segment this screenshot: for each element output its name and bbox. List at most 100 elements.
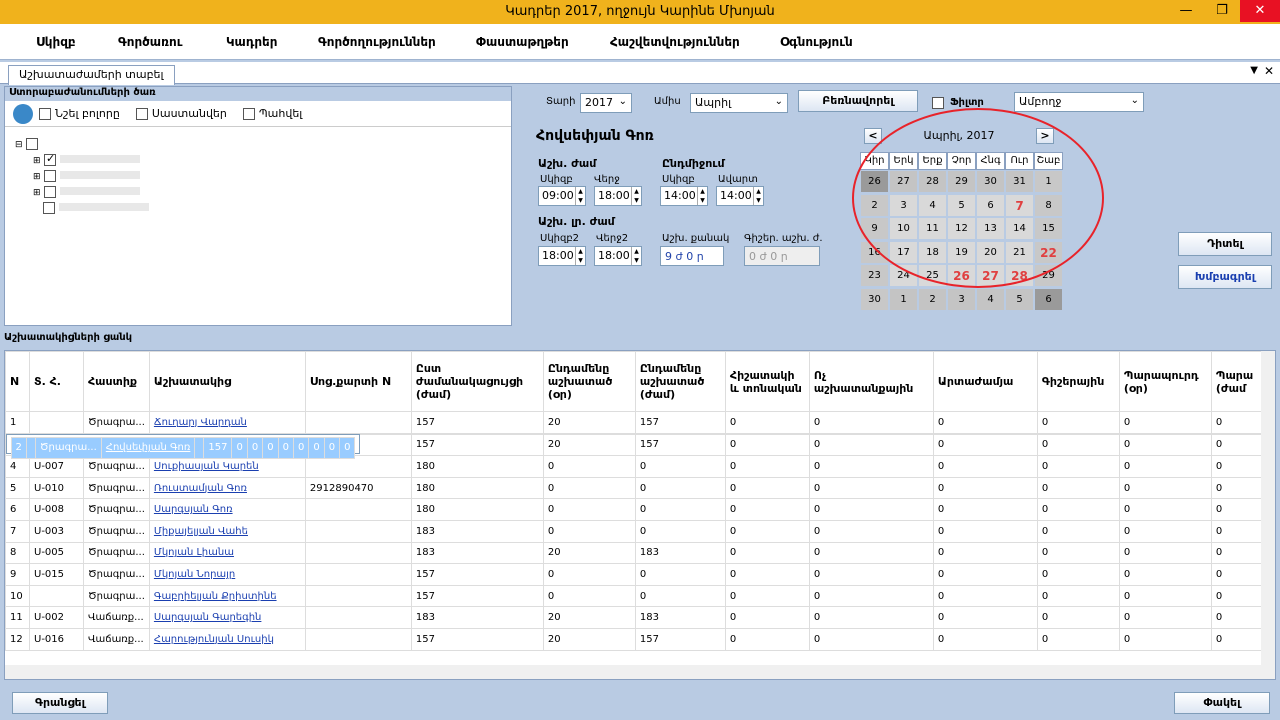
total-work-field[interactable]: 9 ժ 0 ր (660, 246, 724, 266)
option-2-checkbox[interactable] (135, 107, 148, 120)
calendar-day[interactable]: 23 (860, 264, 889, 287)
table-row[interactable]: 11 Ս-002 Վաճառք... Սարգսյան Գարեգին 183 20 183… (5, 606, 1272, 629)
calendar-day[interactable]: 27 (889, 170, 918, 193)
spinner-arrows-icon[interactable]: ▲ ▼ (631, 187, 641, 205)
calendar-day[interactable]: 7 (1005, 193, 1034, 217)
column-header[interactable]: Ոչ աշխատանքային (808, 351, 934, 412)
tree-node-checkbox[interactable] (43, 202, 55, 214)
filter-select[interactable]: Ամբողջ ⌄ (1014, 92, 1144, 112)
maximize-button[interactable]: ❐ (1204, 0, 1240, 22)
tree-view[interactable]: ⊟ ⊞ ⊞ ⊞ (15, 137, 149, 217)
end2-spinner[interactable]: 18:00 ▲ ▼ (594, 246, 642, 266)
employee-link[interactable]: Հովսեփյան Գոռ (100, 436, 196, 460)
break-end-spinner[interactable]: 14:00 ▲ ▼ (716, 186, 764, 206)
calendar-day[interactable]: 28 (918, 170, 947, 193)
calendar-day[interactable]: 5 (1005, 287, 1034, 311)
employee-link[interactable]: Գաբրիելյան Քրիստինե (148, 584, 306, 608)
calendar-day[interactable]: 31 (1005, 170, 1034, 193)
calendar-day[interactable]: 30 (860, 287, 889, 311)
calendar-day[interactable]: 28 (1005, 264, 1034, 287)
column-header[interactable]: Գիշերային (1036, 351, 1120, 412)
vertical-scrollbar[interactable] (1261, 351, 1275, 679)
calendar-day[interactable]: 19 (947, 240, 976, 264)
calendar-day[interactable]: 21 (1005, 240, 1034, 264)
start-time-spinner[interactable]: 09:00 ▲ ▼ (538, 186, 586, 206)
refresh-button[interactable]: Բեռնավորել (798, 90, 918, 112)
calendar-day[interactable]: 1 (1034, 170, 1063, 193)
table-row[interactable]: 7 Ս-003 Ծրագրա... Միքայելյան Վահե 183 0 0 0 0 0 0 0… (5, 519, 1272, 543)
calendar-day[interactable]: 26 (860, 170, 889, 193)
column-header[interactable]: Սոց.քարտի N (304, 351, 412, 412)
calendar-day[interactable]: 26 (947, 264, 976, 287)
calendar-day[interactable]: 6 (1034, 287, 1063, 311)
spinner-arrows-icon[interactable]: ▲ ▼ (575, 187, 585, 205)
menu-start[interactable]: Սկիզբ (10, 30, 76, 54)
column-header[interactable]: Աշխատակից (148, 351, 306, 412)
table-row[interactable]: 6 Ս-008 Ծրագրա... Սարգսյան Գոռ 180 0 0 0 0 0 0 0 0 (5, 498, 1272, 521)
employee-link[interactable]: Ռուստամյան Գոռ (148, 476, 306, 500)
column-header[interactable]: Հիշատակի և տոնական (724, 351, 810, 412)
calendar-day[interactable]: 2 (918, 287, 947, 311)
calendar-day[interactable]: 22 (1034, 240, 1063, 264)
column-header[interactable]: Արտաժամյա (932, 351, 1038, 412)
minimize-button[interactable]: — (1168, 0, 1204, 22)
close-window-button[interactable]: ✕ (1240, 0, 1280, 22)
calendar-day[interactable]: 14 (1005, 217, 1034, 240)
view-button[interactable]: Դիտել (1178, 232, 1272, 256)
calendar-day[interactable]: 9 (860, 217, 889, 240)
calendar-day[interactable]: 24 (889, 264, 918, 287)
spinner-arrows-icon[interactable]: ▲ ▼ (697, 187, 707, 205)
employee-link[interactable]: Մկոյան Լիանա (148, 541, 306, 565)
calendar-day[interactable]: 8 (1034, 193, 1063, 217)
calendar-day[interactable]: 11 (918, 217, 947, 240)
table-row[interactable]: 1 Ծրագրա... Ճուղարյ Վարդան 157 20 157 0 0 0 0 0 0 (5, 411, 1272, 434)
save-button[interactable]: Գրանցել (12, 692, 108, 714)
tree-node-checkbox[interactable] (44, 186, 57, 198)
tree-node-checkbox[interactable] (44, 170, 57, 182)
calendar-day[interactable]: 18 (918, 240, 947, 264)
dropdown-icon[interactable]: ▼ (1250, 65, 1258, 76)
tab-timesheet[interactable]: Աշխատաժամերի տաբել (8, 65, 175, 85)
calendar-day[interactable]: 1 (889, 287, 918, 311)
calendar-day[interactable]: 20 (976, 240, 1005, 264)
column-header[interactable]: Ընդամենը աշխատած (ժամ) (634, 351, 726, 412)
calendar-day[interactable]: 16 (860, 240, 889, 264)
filter-checkbox[interactable] (932, 97, 944, 109)
table-row[interactable]: 12 Ս-016 Վաճառք... Հարությունյան Սուսիկ 157 2… (5, 627, 1272, 651)
close-tab-icon[interactable]: ✕ (1264, 64, 1274, 78)
table-row[interactable]: 2 Ծրագրա... Հովսեփյան Գոռ 157 0 0 0 0 0 0 0 0 (5, 433, 361, 460)
year-select[interactable]: 2017 ⌄ (580, 93, 632, 113)
column-header[interactable]: Ընդամենը աշխատած (օր) (542, 351, 636, 412)
next-month-button[interactable]: > (1036, 128, 1054, 144)
column-header[interactable]: Հաստիք (83, 351, 150, 412)
calendar-day[interactable]: 27 (976, 264, 1005, 287)
tree-node-checkbox[interactable] (44, 152, 57, 166)
spinner-arrows-icon[interactable]: ▲ ▼ (631, 247, 641, 265)
table-row[interactable]: 8 Ս-005 Ծրագրա... Մկոյան Լիանա 183 20 183 0 0 0 0 0… (5, 541, 1272, 565)
employee-link[interactable]: Սարգսյան Գոռ (148, 498, 306, 521)
option-3-checkbox[interactable] (242, 107, 255, 120)
calendar-day[interactable]: 3 (889, 193, 918, 217)
calendar-day[interactable]: 6 (976, 193, 1005, 217)
employee-link[interactable]: Միքայելյան Վահե (148, 519, 306, 543)
calendar-day[interactable]: 15 (1034, 217, 1063, 240)
calendar-day[interactable]: 3 (947, 287, 976, 311)
calendar-day[interactable]: 10 (889, 217, 918, 240)
calendar-day[interactable]: 29 (947, 170, 976, 193)
column-header[interactable]: Պարապուրդ (օր) (1118, 351, 1212, 412)
calendar-day[interactable]: 30 (976, 170, 1005, 193)
break-start-spinner[interactable]: 14:00 ▲ ▼ (660, 186, 708, 206)
calendar-day[interactable]: 4 (976, 287, 1005, 311)
column-header[interactable]: Տ. Հ. (29, 351, 84, 412)
menu-actions[interactable]: Գործողություններ (292, 30, 436, 54)
menu-reports[interactable]: Հաշվետվություններ (584, 30, 740, 54)
calendar-day[interactable]: 29 (1034, 264, 1063, 287)
table-row[interactable]: 10 Ծրագրա... Գաբրիելյան Քրիստինե 157 0 0 0 0 0 0 0… (5, 584, 1272, 608)
menu-tools[interactable]: Գործառու (92, 30, 183, 54)
employee-link[interactable]: Սարգսյան Գարեգին (148, 606, 306, 629)
spinner-arrows-icon[interactable]: ▲ ▼ (575, 247, 585, 265)
calendar-day[interactable]: 5 (947, 193, 976, 217)
menu-staff[interactable]: Կադրեր (200, 30, 277, 54)
table-row[interactable]: 9 Ս-015 Ծրագրա... Մկոյան Նորայր 157 0 0 0 0 0 0 0 0 (5, 563, 1272, 586)
employee-link[interactable]: Մկոյան Նորայր (148, 563, 306, 586)
